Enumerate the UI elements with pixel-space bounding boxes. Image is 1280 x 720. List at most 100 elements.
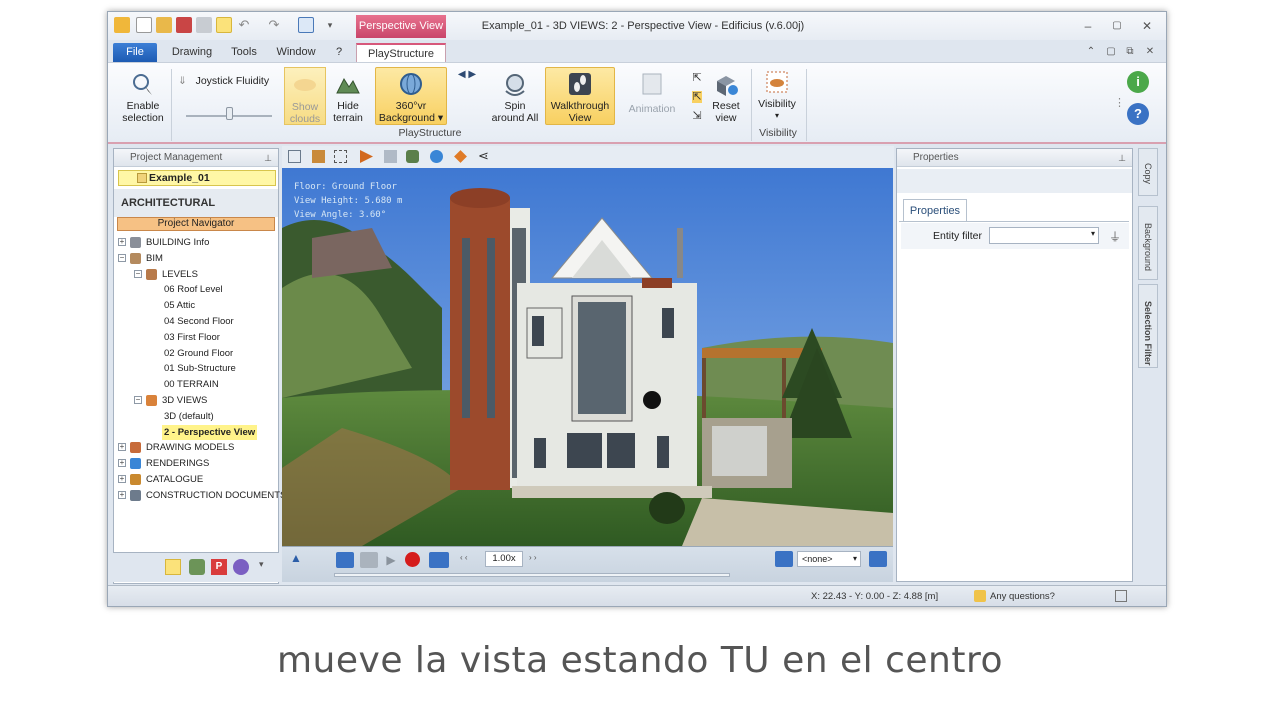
texture-tool-icon[interactable] [312, 150, 325, 163]
sphere-tool-icon[interactable] [430, 150, 443, 163]
scroll-arrows-icon[interactable]: ◀ ▶ [454, 69, 480, 81]
tree-item[interactable]: 04 Second Floor [150, 314, 274, 329]
side-tab-copy[interactable]: Copy [1138, 148, 1158, 196]
hide-terrain-button[interactable]: Hide terrain [330, 71, 366, 124]
tree-item[interactable]: − LEVELS [134, 267, 274, 282]
pencil-tool-icon[interactable] [454, 150, 467, 163]
print-icon[interactable] [196, 17, 212, 33]
undo-icon[interactable]: ↶ [236, 17, 252, 33]
record-icon[interactable] [405, 552, 420, 567]
speed-up-icon[interactable]: › › [529, 553, 537, 562]
camera-select-icon[interactable] [775, 551, 793, 567]
pin-icon[interactable]: ⊥ [1118, 149, 1126, 167]
speed-down-icon[interactable]: ‹ ‹ [460, 553, 468, 562]
menu-help[interactable]: ? [330, 43, 348, 62]
tree-item[interactable]: 05 Attic [150, 298, 274, 313]
plugins-icon[interactable] [233, 559, 249, 575]
redo-icon[interactable]: ↷ [266, 17, 282, 33]
ribbon-collapse-button[interactable]: ⌃ [1083, 44, 1099, 60]
tab-properties[interactable]: Properties [903, 199, 967, 221]
tree-tool-icon[interactable] [406, 150, 419, 163]
cursor-icon[interactable] [216, 17, 232, 33]
footer-dropdown-icon[interactable]: ▾ [259, 559, 264, 570]
p-icon[interactable]: P [211, 559, 227, 575]
animation-button[interactable]: Animation [626, 71, 678, 115]
tree-expander-icon[interactable]: + [118, 238, 126, 246]
layers-tool-icon[interactable] [384, 150, 397, 163]
view-arrow-tools[interactable]: ⇱ ⇱ ⇲ [688, 69, 706, 126]
tree-expander-icon[interactable]: − [134, 269, 142, 278]
project-root-item[interactable]: Example_01 [118, 170, 276, 186]
tree-item[interactable]: 3D (default) [150, 409, 274, 424]
context-tab-perspective-view[interactable]: Perspective View [356, 15, 446, 38]
tree-item[interactable]: 01 Sub-Structure [150, 361, 274, 376]
tree-item[interactable]: 00 TERRAIN [150, 377, 274, 392]
tab-playstructure[interactable]: PlayStructure [356, 43, 446, 62]
tree-expander-icon[interactable]: + [118, 475, 126, 483]
tree-expander-icon[interactable]: − [134, 396, 142, 404]
tree-item[interactable]: + DRAWING MODELS [118, 440, 274, 455]
menu-file[interactable]: File [113, 43, 157, 62]
speed-field[interactable]: 1.00x [485, 551, 523, 567]
tree-item[interactable]: − BIM [118, 251, 274, 266]
entity-filter-select[interactable]: ▾ [989, 227, 1099, 244]
menu-tools[interactable]: Tools [226, 43, 262, 62]
maximize-button[interactable]: ▢ [1109, 18, 1125, 34]
tree-expander-icon[interactable]: + [118, 490, 126, 499]
record-path-icon[interactable] [336, 552, 354, 568]
rendered-scene[interactable] [282, 168, 893, 546]
architectural-section[interactable]: ARCHITECTURAL [114, 189, 278, 217]
share-icon[interactable]: ⋖ [478, 148, 489, 164]
enable-selection-button[interactable]: Enable selection [120, 71, 166, 124]
reset-view-button[interactable]: Reset view [708, 71, 744, 124]
stop-icon[interactable] [360, 552, 378, 568]
show-clouds-button[interactable]: Show clouds [284, 67, 326, 125]
tree-item[interactable]: − 3D VIEWS [134, 393, 274, 408]
navigator-icon[interactable] [165, 559, 181, 575]
menu-window[interactable]: Window [274, 43, 318, 62]
menu-drawing[interactable]: Drawing [168, 43, 216, 62]
tree-item[interactable]: + RENDERINGS [118, 456, 274, 471]
background-360-button[interactable]: 360°vr Background ▾ [375, 67, 447, 125]
perspective-viewport[interactable]: Floor: Ground Floor View Height: 5.680 m… [282, 168, 893, 546]
close-button[interactable]: ✕ [1139, 18, 1155, 34]
tree-item[interactable]: + CONSTRUCTION DOCUMENTS [118, 488, 286, 503]
tree-item[interactable]: 2 - Perspective View [150, 424, 274, 440]
grid-tool-icon[interactable] [288, 150, 301, 163]
doc-maximize-button[interactable]: ▢ [1103, 44, 1119, 60]
camera-settings-icon[interactable] [869, 551, 887, 567]
save-icon[interactable] [176, 17, 192, 33]
pin-icon[interactable]: ⊥ [264, 149, 272, 167]
visibility-button[interactable]: Visibility ▾ [756, 69, 798, 122]
spin-around-button[interactable]: Spin around All [484, 71, 546, 124]
camera-select[interactable]: <none> ▾ [797, 551, 861, 567]
tree-item[interactable]: + CATALOGUE [118, 472, 274, 487]
tree-item[interactable]: 02 Ground Floor [150, 346, 274, 361]
any-questions-link[interactable]: Any questions? [990, 591, 1055, 602]
side-tab-selection-filter[interactable]: Selection Filter [1138, 284, 1158, 368]
joystick-slider-thumb[interactable] [226, 107, 233, 120]
minimize-button[interactable]: – [1080, 18, 1096, 34]
tree-expander-icon[interactable]: − [118, 253, 126, 262]
paint-tool-icon[interactable] [360, 150, 373, 163]
qat-dropdown-icon[interactable]: ▾ [322, 17, 338, 33]
walkthrough-view-button[interactable]: Walkthrough View [545, 67, 615, 125]
refresh-icon[interactable] [298, 17, 314, 33]
filter-icon[interactable]: ⏚ [1109, 228, 1121, 245]
new-file-icon[interactable] [136, 17, 152, 33]
chat-icon[interactable] [974, 590, 986, 602]
camera-icon[interactable] [429, 552, 449, 568]
tree-expander-icon[interactable]: + [118, 443, 126, 452]
app-icon[interactable] [114, 17, 130, 33]
terrain-tool-icon[interactable] [189, 559, 205, 575]
play-icon[interactable]: ▶ [382, 552, 400, 568]
info-icon[interactable]: i [1127, 71, 1149, 93]
help-icon[interactable]: ? [1127, 103, 1149, 125]
status-settings-icon[interactable] [1115, 590, 1127, 602]
open-folder-icon[interactable] [156, 17, 172, 33]
tree-item[interactable]: 03 First Floor [150, 330, 274, 345]
doc-restore-button[interactable]: ⧉ [1122, 44, 1138, 60]
doc-close-button[interactable]: ✕ [1142, 44, 1158, 60]
region-tool-icon[interactable] [334, 150, 347, 163]
tree-item[interactable]: + BUILDING Info [118, 235, 274, 250]
